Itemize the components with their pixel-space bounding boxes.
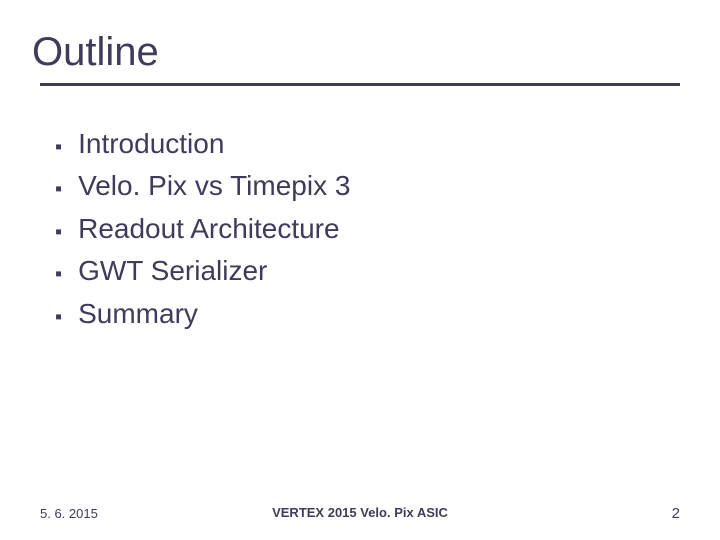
bullet-list: ▪ Introduction ▪ Velo. Pix vs Timepix 3 … [40, 126, 680, 338]
bullet-icon: ▪ [55, 307, 62, 327]
bullet-text: Velo. Pix vs Timepix 3 [78, 168, 350, 204]
slide: Outline ▪ Introduction ▪ Velo. Pix vs Ti… [0, 0, 720, 540]
bullet-text: GWT Serializer [78, 253, 267, 289]
list-item: ▪ Velo. Pix vs Timepix 3 [55, 168, 680, 204]
bullet-text: Introduction [78, 126, 224, 162]
bullet-text: Summary [78, 296, 198, 332]
list-item: ▪ GWT Serializer [55, 253, 680, 289]
footer-center: VERTEX 2015 Velo. Pix ASIC [272, 505, 448, 520]
footer: 5. 6. 2015 VERTEX 2015 Velo. Pix ASIC 2 [0, 505, 720, 522]
page-number: 2 [672, 505, 680, 522]
page-title: Outline [32, 30, 680, 75]
list-item: ▪ Summary [55, 296, 680, 332]
list-item: ▪ Introduction [55, 126, 680, 162]
bullet-text: Readout Architecture [78, 211, 340, 247]
bullet-icon: ▪ [55, 222, 62, 242]
footer-date: 5. 6. 2015 [40, 506, 98, 521]
title-underline [40, 83, 680, 86]
bullet-icon: ▪ [55, 179, 62, 199]
bullet-icon: ▪ [55, 264, 62, 284]
bullet-icon: ▪ [55, 137, 62, 157]
list-item: ▪ Readout Architecture [55, 211, 680, 247]
